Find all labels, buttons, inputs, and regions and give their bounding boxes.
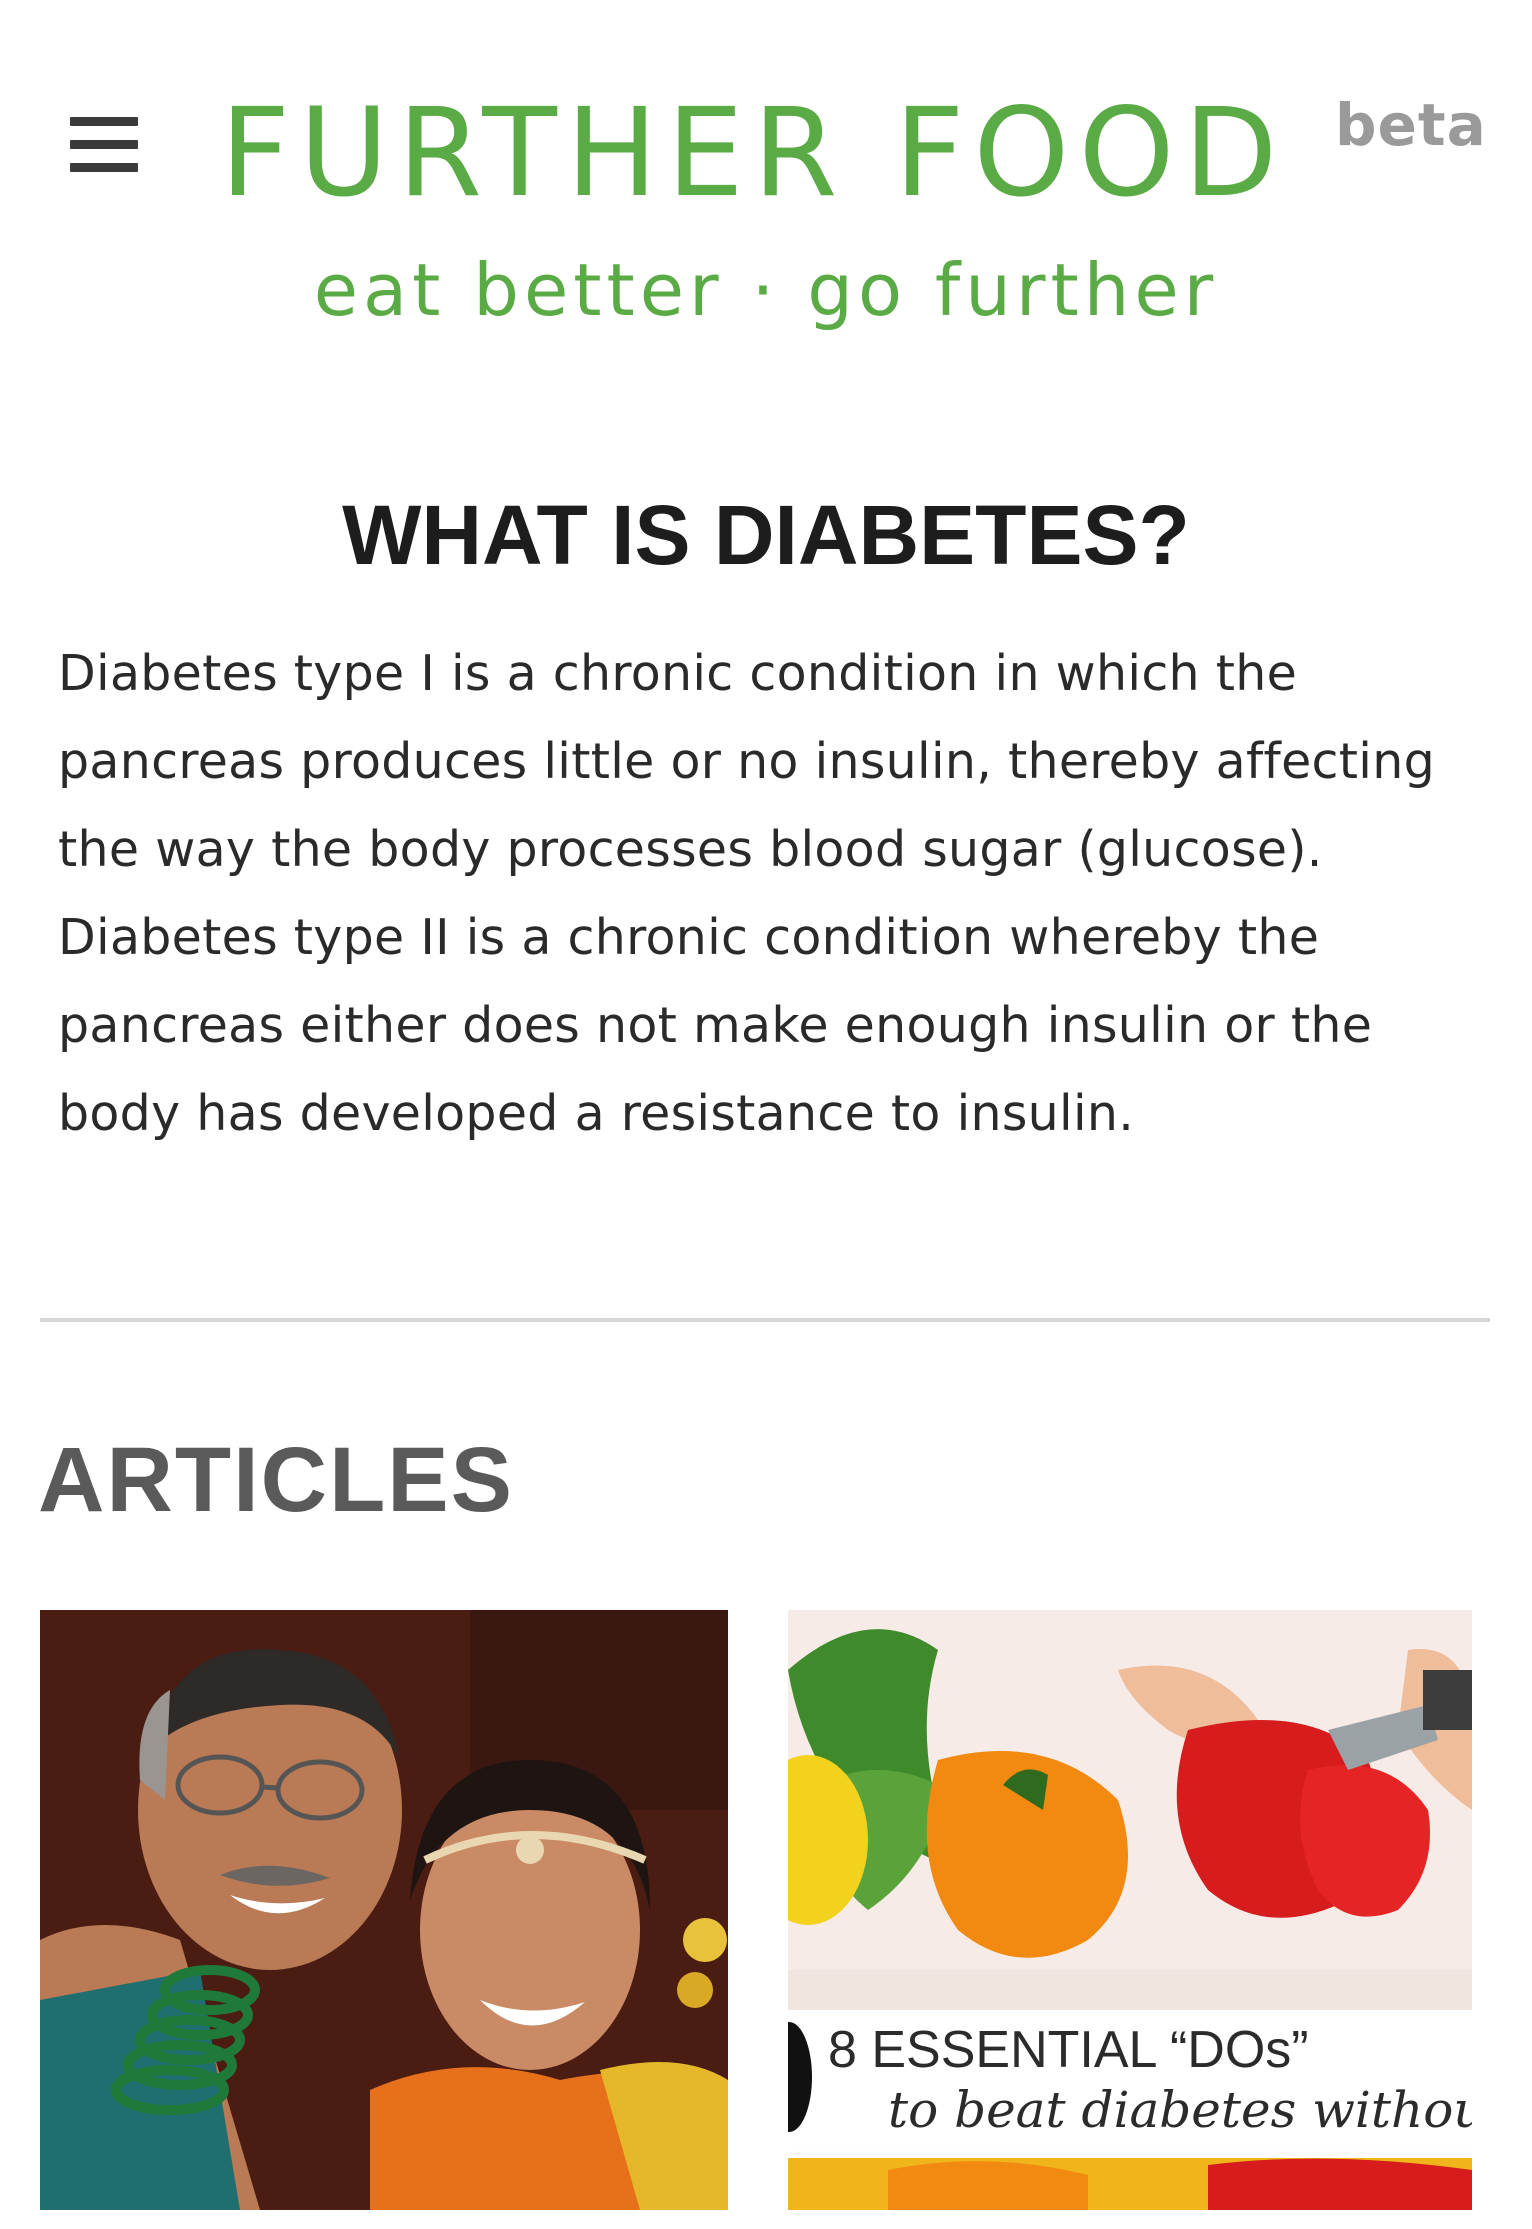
article-image xyxy=(40,1610,728,2210)
brand-logo[interactable]: FURTHER FOOD xyxy=(220,88,1320,218)
tagline: eat better · go further xyxy=(313,248,1219,332)
menu-bar xyxy=(70,140,138,149)
page-title: WHAT IS DIABETES? xyxy=(342,488,1190,582)
beta-badge: beta xyxy=(1335,91,1487,159)
hamburger-menu-icon[interactable] xyxy=(70,117,140,173)
article-title: 8 ESSENTIAL “DOs” xyxy=(828,2021,1309,2079)
article-subtitle: to beat diabetes without xyxy=(888,2081,1472,2139)
section-divider xyxy=(40,1318,1490,1322)
father-daughter-photo-icon xyxy=(40,1610,728,2210)
menu-bar xyxy=(70,117,138,126)
menu-bar xyxy=(70,163,138,172)
article-card[interactable] xyxy=(40,1610,728,2210)
intro-paragraph: Diabetes type I is a chronic condition i… xyxy=(58,645,1435,1142)
articles-heading: ARTICLES xyxy=(38,1429,514,1531)
article-card[interactable]: 8 ESSENTIAL “DOs” to beat diabetes witho… xyxy=(788,1610,1472,2210)
